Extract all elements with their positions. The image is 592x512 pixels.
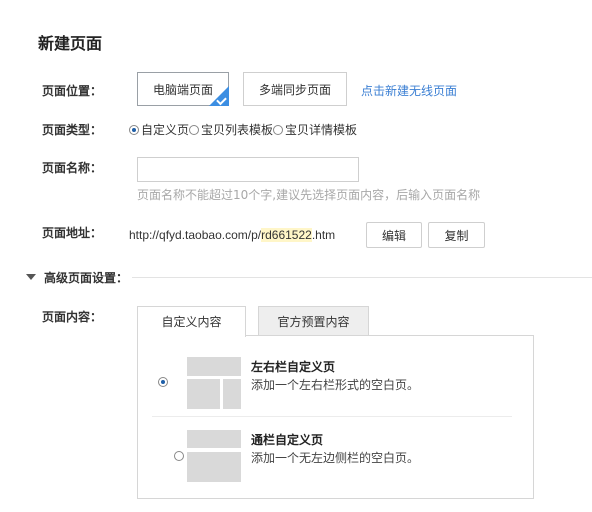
radio-custom-page[interactable]: 自定义页 [129,123,189,137]
layout-full-width-title: 通栏自定义页 [251,433,324,447]
radio-item-list-template-label: 宝贝列表模板 [201,123,274,137]
layout-left-right-desc: 添加一个左右栏形式的空白页。 [251,378,420,392]
left-right-layout-thumbnail [187,357,241,409]
page-name-input[interactable] [137,157,359,182]
advanced-settings-label[interactable]: 高级页面设置： [44,269,128,286]
page-title: 新建页面 [38,34,103,53]
layout-left-right-title: 左右栏自定义页 [251,360,336,374]
new-wireless-page-link[interactable]: 点击新建无线页面 [361,82,457,99]
page-type-radio-group: 自定义页 宝贝列表模板 宝贝详情模板 [129,121,357,138]
edit-url-button[interactable]: 编辑 [366,222,422,248]
copy-url-button[interactable]: 复制 [428,222,485,248]
radio-custom-page-label: 自定义页 [141,123,190,137]
radio-selected-icon [129,125,139,135]
pc-page-button-label: 电脑端页面 [152,83,213,97]
thumb-header [187,430,241,448]
collapse-arrow-icon[interactable] [26,274,36,280]
advanced-divider [132,277,592,278]
layout-divider [152,416,512,417]
type-label: 页面类型： [42,123,103,137]
radio-item-detail-template[interactable]: 宝贝详情模板 [273,123,357,137]
layout-full-width-desc: 添加一个无左边侧栏的空白页。 [251,451,420,465]
radio-item-detail-template-label: 宝贝详情模板 [285,123,358,137]
name-label: 页面名称： [42,161,103,175]
page-name-hint: 页面名称不能超过10个字,建议先选择页面内容，后输入页面名称 [137,188,481,202]
page-url-suffix: .htm [311,228,336,242]
thumb-body [187,452,241,482]
radio-icon [273,125,284,135]
page-url-id: rd661522 [261,228,312,242]
layout-radio-full-width[interactable] [173,451,184,461]
pc-page-button[interactable]: 电脑端页面 [137,72,229,106]
thumb-header [187,357,241,376]
page-url: http://qfyd.taobao.com/p/rd661522.htm [129,228,335,242]
content-label: 页面内容： [42,310,103,324]
thumb-side [223,379,241,409]
address-label: 页面地址： [42,226,103,240]
radio-icon [189,125,200,135]
radio-item-list-template[interactable]: 宝贝列表模板 [189,123,273,137]
multi-page-button-label: 多端同步页面 [258,83,331,97]
tab-official-content[interactable]: 官方预置内容 [258,306,369,336]
page-url-prefix: http://qfyd.taobao.com/p/ [129,228,262,242]
full-width-layout-thumbnail [187,430,241,482]
layout-radio-left-right[interactable] [158,377,168,387]
thumb-main [187,379,220,409]
tab-custom-content[interactable]: 自定义内容 [137,306,246,337]
position-label: 页面位置： [42,84,103,98]
multi-page-button[interactable]: 多端同步页面 [243,72,347,106]
